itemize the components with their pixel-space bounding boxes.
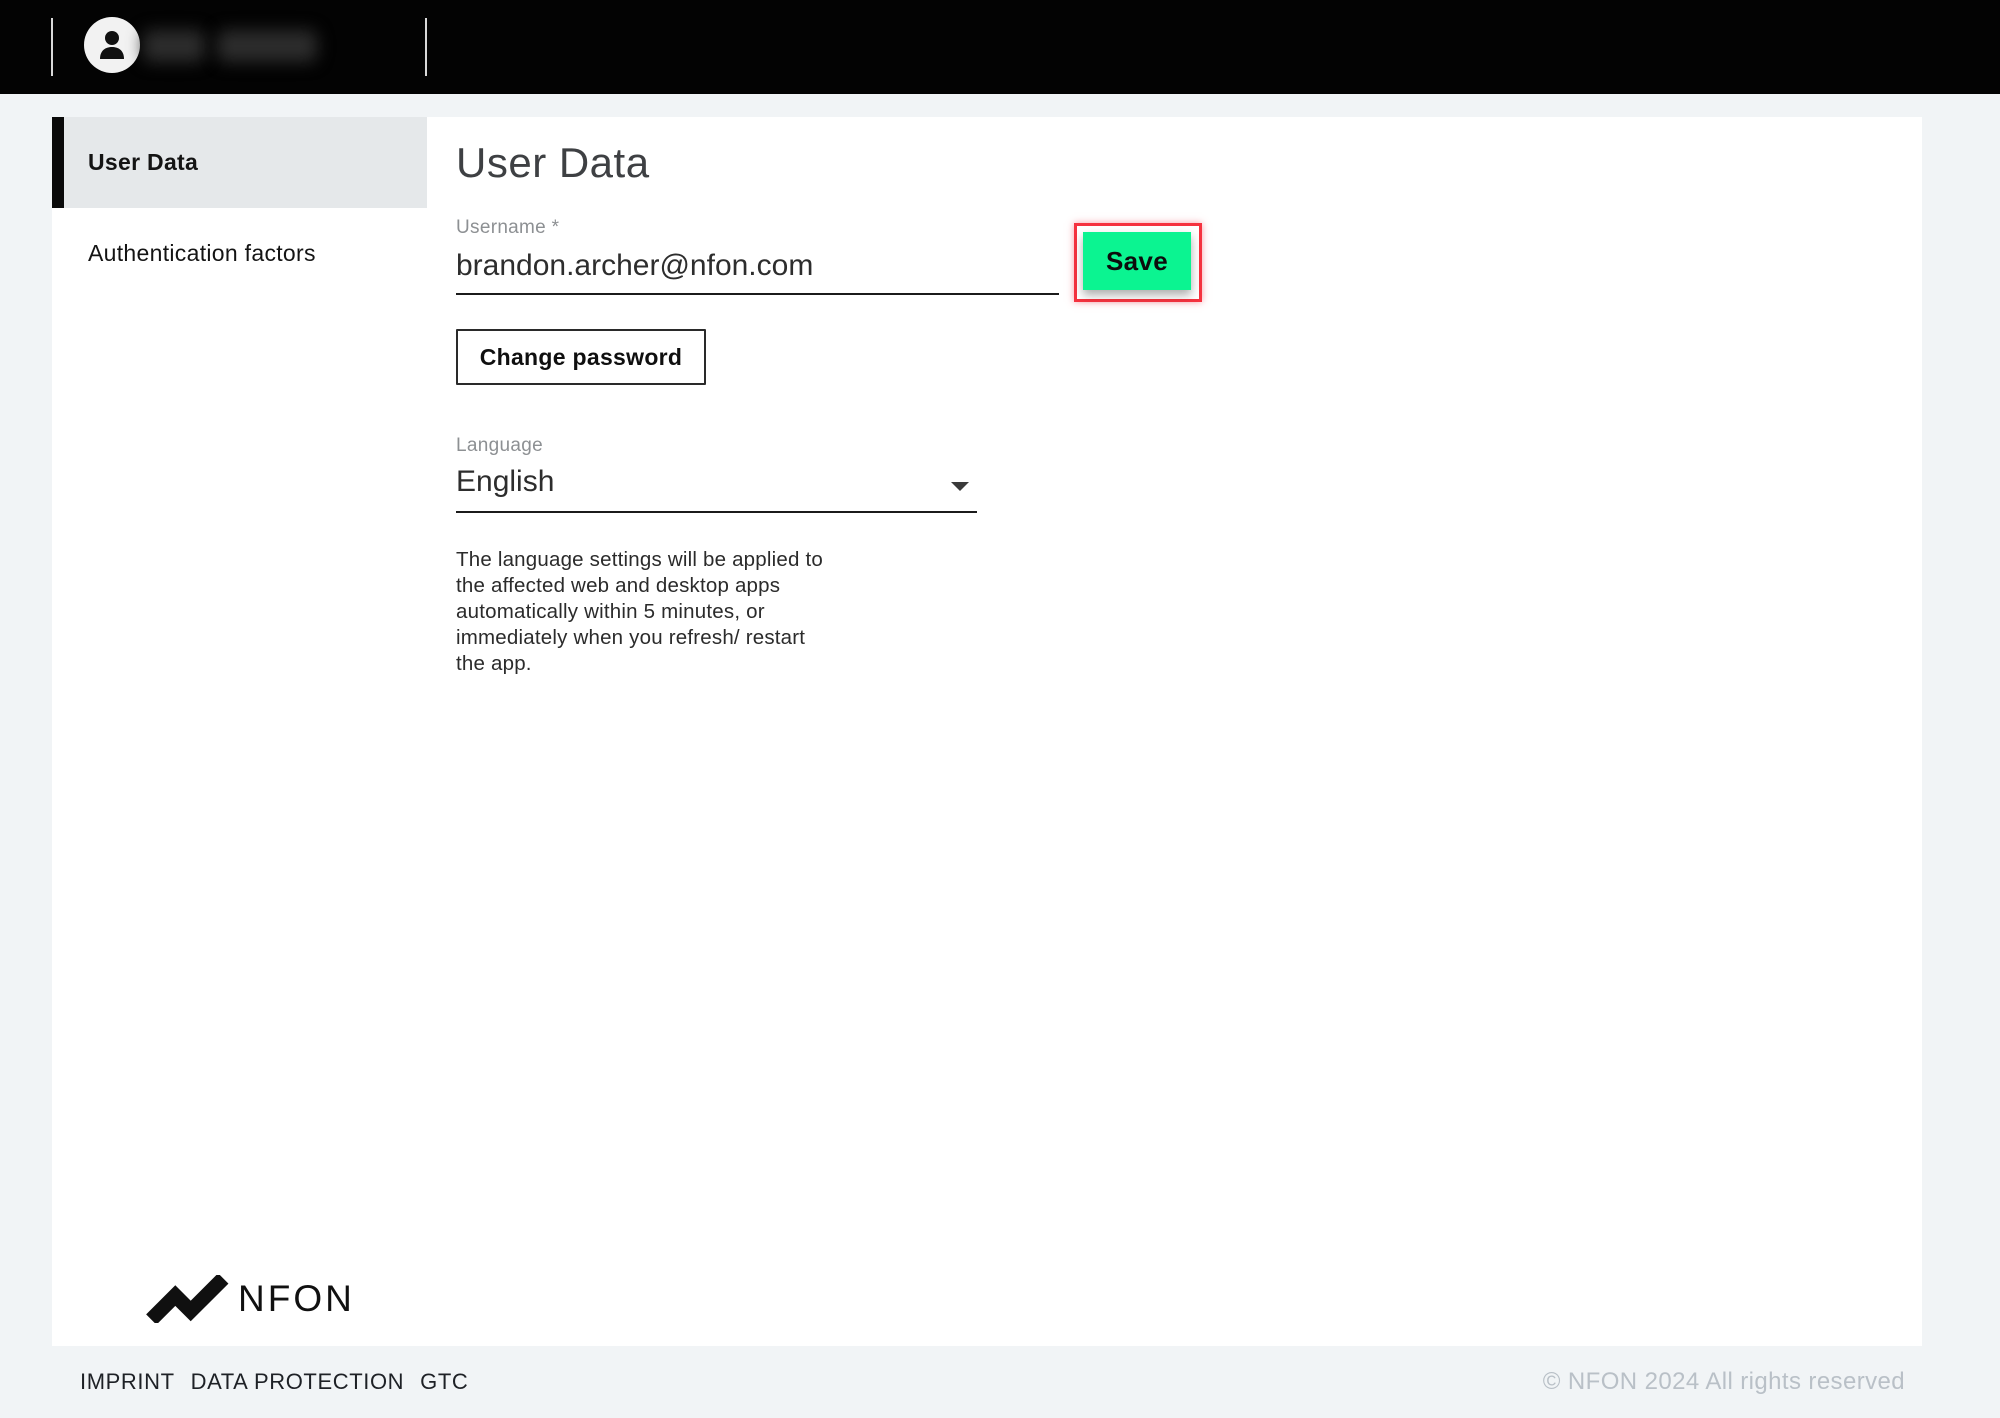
avatar[interactable] [84,17,140,73]
change-password-button[interactable]: Change password [456,329,706,385]
footer: IMPRINT DATA PROTECTION GTC © NFON 2024 … [0,1346,2000,1418]
page-title: User Data [456,139,650,187]
nfon-logo-text: NFON [238,1278,355,1320]
topbar [0,0,2000,94]
user-icon [97,29,127,61]
topbar-divider-right [425,18,427,76]
redacted-text-blob [217,30,317,62]
save-button[interactable]: Save [1083,232,1191,290]
nfon-logo-mark-icon [146,1275,232,1323]
sidebar-item-user-data[interactable]: User Data [52,117,427,208]
nfon-logo: NFON [146,1275,355,1323]
topbar-divider-left [51,18,53,76]
language-help-text: The language settings will be applied to… [456,547,834,677]
username-label: Username * [456,217,1059,239]
copyright: © NFON 2024 All rights reserved [1543,1368,1905,1396]
settings-card: User Data Authentication factors User Da… [52,117,1922,1346]
redacted-text-blob [143,30,205,62]
footer-links: IMPRINT DATA PROTECTION GTC [80,1369,468,1395]
language-label: Language [456,435,977,457]
data-protection-link[interactable]: DATA PROTECTION [191,1369,405,1395]
language-select[interactable]: English [456,465,977,513]
gtc-link[interactable]: GTC [420,1369,468,1395]
sidebar-item-label: Authentication factors [88,240,316,267]
language-field: Language English [456,435,977,513]
username-input[interactable] [456,249,1059,295]
username-field: Username * [456,217,1059,295]
language-value: English [456,465,554,498]
imprint-link[interactable]: IMPRINT [80,1369,175,1395]
sidebar-item-authentication-factors[interactable]: Authentication factors [52,208,427,299]
dropdown-caret-icon [951,482,969,491]
redacted-username [143,22,318,70]
annotation-highlight-box: Save [1074,223,1202,302]
sidebar: User Data Authentication factors [52,117,427,299]
sidebar-item-label: User Data [88,149,198,176]
